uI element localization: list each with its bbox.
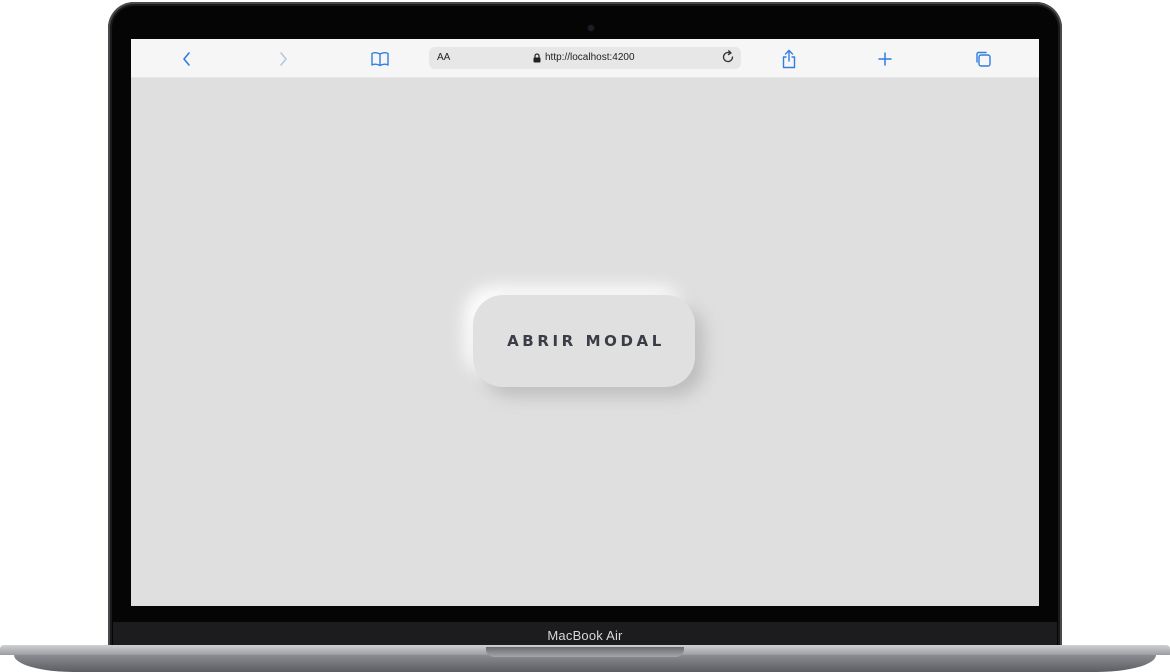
tabs-icon — [976, 51, 991, 67]
lock-icon — [533, 52, 541, 62]
chevron-left-icon — [183, 52, 190, 66]
share-icon — [782, 49, 796, 69]
back-button[interactable] — [176, 48, 198, 70]
reload-icon — [722, 50, 734, 63]
open-modal-label: ABRIR MODAL — [507, 332, 665, 350]
browser-window: AA http://localhost:4200 ABRIR MODAL — [131, 39, 1039, 606]
bookmarks-button[interactable] — [369, 48, 391, 70]
reload-button[interactable] — [721, 50, 735, 69]
tabs-button[interactable] — [972, 48, 994, 70]
address-bar[interactable]: AA http://localhost:4200 — [429, 47, 741, 69]
url-text: http://localhost:4200 — [545, 52, 635, 63]
camera-icon — [588, 25, 594, 31]
book-icon — [371, 52, 389, 67]
device-label: MacBook Air — [547, 628, 623, 643]
forward-button[interactable] — [272, 48, 294, 70]
browser-toolbar: AA http://localhost:4200 — [131, 39, 1039, 78]
share-button[interactable] — [778, 48, 800, 70]
open-modal-button[interactable]: ABRIR MODAL — [473, 295, 695, 387]
chevron-right-icon — [280, 52, 287, 66]
laptop-base — [0, 645, 1170, 672]
base-bottom-edge — [14, 655, 1156, 672]
lid-opening-notch — [486, 647, 684, 657]
url-display: http://localhost:4200 — [533, 52, 635, 63]
plus-icon — [878, 52, 892, 66]
new-tab-button[interactable] — [874, 48, 896, 70]
text-size-button[interactable]: AA — [437, 52, 450, 63]
